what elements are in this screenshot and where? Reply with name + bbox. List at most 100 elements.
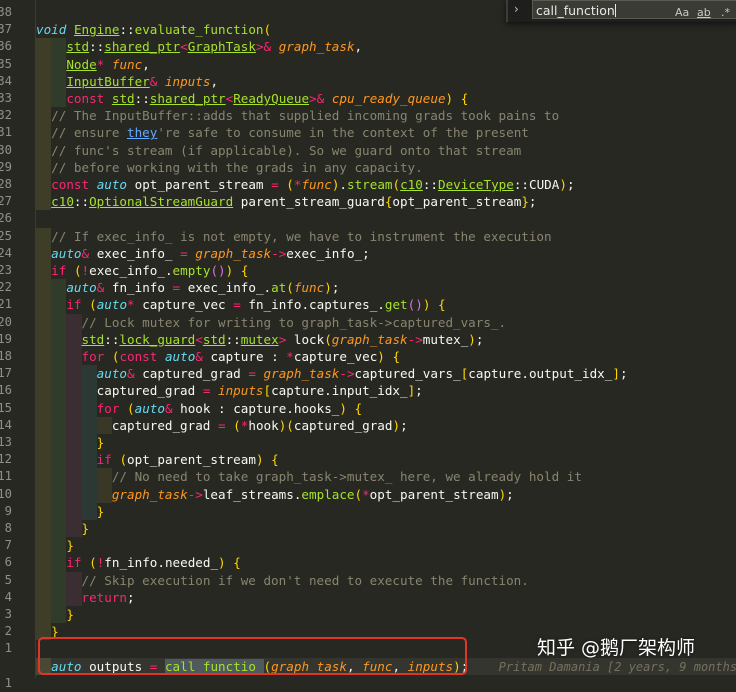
code-text: for (const auto& capture : *capture_vec)… [81, 349, 401, 364]
code-line[interactable]: // func's stream (if applicable). So we … [36, 141, 736, 159]
code-text: captured_grad = inputs[capture.input_idx… [36, 383, 423, 399]
line-number: 2 [4, 624, 12, 639]
code-line[interactable]: std::shared_ptr<GraphTask>& graph_task, [36, 38, 736, 56]
code-text: if (auto* capture_vec = fn_info.captures… [66, 297, 446, 313]
code-line[interactable]: for (auto& hook : capture.hooks_) { [36, 399, 736, 417]
code-line[interactable]: auto& exec_info_ = graph_task->exec_info… [36, 244, 736, 262]
regex-toggle[interactable]: .* [721, 3, 730, 22]
line-number: 23 [0, 263, 12, 277]
code-line[interactable]: // Skip execution if we don't need to ex… [36, 571, 736, 589]
code-line[interactable]: std::lock_guard<std::mutex> lock(graph_t… [36, 330, 736, 348]
code-line[interactable]: InputBuffer& inputs, [36, 72, 736, 90]
line-number: 4 [4, 589, 12, 604]
code-line[interactable]: } [36, 502, 736, 520]
watermark: 知乎 @鹅厂架构师 [537, 637, 696, 659]
line-number: 34 [0, 73, 12, 88]
line-number: 12 [0, 452, 12, 467]
code-text: // No need to take graph_task->mutex_ he… [111, 469, 582, 485]
text-caret [614, 4, 616, 17]
line-number: 32 [0, 108, 12, 123]
code-line[interactable]: if (!exec_info_.empty()) { [36, 262, 736, 280]
find-query: call_function [536, 3, 615, 18]
whole-word-toggle[interactable]: ab [697, 3, 711, 22]
line-number: 17 [0, 366, 12, 381]
line-number: 36 [0, 39, 12, 54]
code-text: auto& captured_grad = graph_task->captur… [96, 366, 628, 382]
code-line[interactable]: captured_grad = (*hook)(captured_grad); [36, 416, 736, 434]
code-text: } [96, 435, 105, 450]
code-line[interactable]: void Engine::evaluate_function( [36, 21, 736, 38]
line-number: 25 [0, 228, 12, 243]
code-line[interactable]: } [36, 434, 736, 452]
code-line[interactable]: auto& captured_grad = graph_task->captur… [36, 365, 736, 383]
line-number: 28 [0, 177, 12, 191]
code-text: std::shared_ptr<GraphTask>& graph_task, [66, 39, 363, 55]
code-line[interactable]: // before working with the grads in any … [36, 158, 736, 176]
code-text: auto& exec_info_ = graph_task->exec_info… [51, 245, 370, 261]
line-number [0, 658, 12, 675]
code-text: const std::shared_ptr<ReadyQueue>& cpu_r… [66, 91, 469, 106]
line-number: 26 [0, 211, 12, 226]
code-text: Node* func, [66, 56, 150, 72]
line-number: 35 [0, 56, 12, 71]
find-input[interactable]: call_function Aa ab .* [532, 0, 736, 19]
line-number: 22 [0, 280, 12, 295]
code-line[interactable]: captured_grad = inputs[capture.input_idx… [36, 382, 736, 400]
code-line[interactable]: for (const auto& capture : *capture_vec)… [36, 348, 736, 366]
line-number: 31 [0, 125, 12, 140]
code-text: if (opt_parent_stream) { [96, 452, 279, 468]
git-blame-annotation: Pritam Damania [2 years, 9 months ago] • [498, 659, 736, 674]
code-line[interactable]: c10::OptionalStreamGuard parent_stream_g… [36, 193, 736, 211]
line-number-gutter: 38 37 36 35 34 33 32 31 30 29 28 27 26 25 24 23 22 21 20 19… [0, 0, 12, 690]
code-line[interactable]: const auto opt_parent_stream = (*func).s… [36, 176, 736, 194]
code-line[interactable] [36, 675, 736, 692]
code-line[interactable]: // No need to take graph_task->mutex_ he… [36, 468, 736, 486]
code-text: // func's stream (if applicable). So we … [51, 142, 522, 158]
line-number: 33 [0, 91, 12, 105]
code-line[interactable]: } [36, 520, 736, 538]
code-line[interactable]: // Lock mutex for writing to graph_task-… [36, 313, 736, 331]
code-area[interactable]: void Engine::evaluate_function( std::sha… [36, 0, 736, 678]
code-line[interactable] [36, 210, 736, 227]
line-number: 20 [0, 314, 12, 329]
code-text: auto& fn_info = exec_info_.at(func); [66, 280, 340, 296]
code-line[interactable]: if (auto* capture_vec = fn_info.captures… [36, 296, 736, 314]
code-text: // Lock mutex for writing to graph_task-… [81, 314, 507, 330]
line-number: 21 [0, 297, 12, 312]
annotation-highlight-box [38, 637, 467, 675]
code-text: } [66, 607, 74, 622]
code-line[interactable]: graph_task->leaf_streams.emplace(*opt_pa… [36, 485, 736, 503]
line-number: 16 [0, 383, 12, 398]
line-number: 6 [4, 555, 12, 570]
chevron-right-icon[interactable]: › [514, 2, 519, 16]
code-line[interactable]: if (!fn_info.needed_) { [36, 554, 736, 572]
line-number: 10 [0, 486, 12, 501]
code-line[interactable]: // The InputBuffer::adds that supplied i… [36, 107, 736, 125]
code-line[interactable]: // ensure they're safe to consume in the… [36, 124, 736, 142]
line-number: 11 [0, 469, 12, 484]
line-number: 5 [4, 572, 12, 587]
code-line[interactable]: auto& fn_info = exec_info_.at(func); [36, 279, 736, 297]
line-number: 13 [0, 435, 12, 449]
code-line[interactable]: } [36, 537, 736, 555]
code-line[interactable]: // If exec_info_ is not empty, we have t… [36, 227, 736, 245]
code-line[interactable]: if (opt_parent_stream) { [36, 451, 736, 469]
line-number: 15 [0, 400, 12, 415]
code-line[interactable]: } [36, 606, 736, 624]
code-line[interactable]: const std::shared_ptr<ReadyQueue>& cpu_r… [36, 90, 736, 108]
code-text: void Engine::evaluate_function( [36, 22, 272, 38]
code-text: } [96, 503, 105, 519]
line-number: 7 [4, 538, 12, 553]
line-number: 29 [0, 159, 12, 174]
code-text: c10::OptionalStreamGuard parent_stream_g… [51, 194, 537, 210]
line-number: 38 [0, 5, 12, 19]
code-text: // ensure they're safe to consume in the… [51, 125, 529, 141]
code-line[interactable]: Node* func, [36, 55, 736, 73]
code-text: for (auto& hook : capture.hooks_) { [96, 400, 363, 416]
code-editor[interactable]: 38 37 36 35 34 33 32 31 30 29 28 27 26 25 24 23 22 21 20 19… [0, 0, 736, 690]
code-text: // The InputBuffer::adds that supplied i… [51, 108, 560, 124]
match-case-toggle[interactable]: Aa [675, 3, 689, 22]
code-line[interactable]: return; [36, 588, 736, 606]
line-number: 30 [0, 142, 12, 157]
line-number: 1 [4, 641, 12, 656]
